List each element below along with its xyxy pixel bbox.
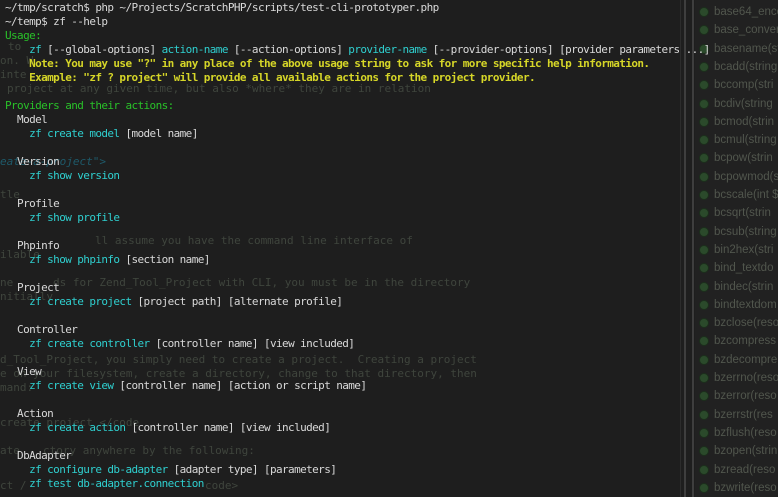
terminal-line: zf show phpinfo [section name] bbox=[5, 253, 778, 267]
terminal-line: DbAdapter bbox=[5, 449, 778, 463]
terminal-text-segment: provider-name bbox=[348, 43, 426, 56]
terminal-text-segment: Project bbox=[5, 281, 59, 294]
terminal-text-segment: [--global-options] bbox=[41, 43, 161, 56]
terminal-line: Controller bbox=[5, 323, 778, 337]
terminal-text-segment: zf configure db-adapter bbox=[5, 463, 168, 476]
terminal-line: zf show profile bbox=[5, 211, 778, 225]
terminal-line bbox=[5, 393, 778, 407]
terminal-text-segment: action-name bbox=[162, 43, 228, 56]
terminal-text-segment: [adapter type] [parameters] bbox=[168, 463, 337, 476]
terminal-line bbox=[5, 435, 778, 449]
terminal-text-segment: zf show profile bbox=[5, 211, 119, 224]
terminal-text-segment: [controller name] [action or script name… bbox=[113, 379, 366, 392]
terminal-text-segment: Phpinfo bbox=[5, 239, 59, 252]
terminal-line: Action bbox=[5, 407, 778, 421]
terminal-line bbox=[5, 267, 778, 281]
terminal-text-segment: [--action-options] bbox=[228, 43, 348, 56]
terminal-text-segment bbox=[5, 43, 29, 56]
terminal-line bbox=[5, 141, 778, 155]
terminal-text-segment: Providers and their actions: bbox=[5, 99, 174, 112]
terminal-text-segment: Profile bbox=[5, 197, 59, 210]
terminal-text-segment: [project path] [alternate profile] bbox=[131, 295, 342, 308]
terminal-line: zf test db-adapter.connection bbox=[5, 477, 778, 491]
terminal-line: ~/temp$ zf --help bbox=[5, 15, 778, 29]
terminal-line: zf show version bbox=[5, 169, 778, 183]
terminal-text-segment: Usage: bbox=[5, 29, 41, 42]
terminal-line: Phpinfo bbox=[5, 239, 778, 253]
terminal-text-segment: Model bbox=[5, 113, 47, 126]
terminal-text-segment: zf test db-adapter.connection bbox=[5, 477, 204, 490]
terminal-text-segment: zf create view bbox=[5, 379, 113, 392]
terminal-text-segment: [section name] bbox=[119, 253, 209, 266]
terminal-line: Profile bbox=[5, 197, 778, 211]
terminal-text-segment: zf show phpinfo bbox=[5, 253, 119, 266]
terminal-text-segment: Note: You may use "?" in any place of th… bbox=[5, 57, 649, 70]
terminal-text-segment: zf create project bbox=[5, 295, 131, 308]
terminal-line: Note: You may use "?" in any place of th… bbox=[5, 57, 778, 71]
terminal-line: Providers and their actions: bbox=[5, 99, 778, 113]
terminal-text-segment: zf create controller bbox=[5, 337, 150, 350]
terminal-line: zf create project [project path] [altern… bbox=[5, 295, 778, 309]
terminal-text-segment: zf bbox=[29, 43, 41, 56]
terminal-line bbox=[5, 351, 778, 365]
terminal-line: ~/tmp/scratch$ php ~/Projects/ScratchPHP… bbox=[5, 1, 778, 15]
terminal-text-segment: View bbox=[5, 365, 41, 378]
terminal-line bbox=[5, 309, 778, 323]
terminal-line bbox=[5, 183, 778, 197]
terminal-line bbox=[5, 225, 778, 239]
terminal-text-segment: [--provider-options] [provider parameter… bbox=[427, 43, 710, 56]
terminal-output[interactable]: ~/tmp/scratch$ php ~/Projects/ScratchPHP… bbox=[0, 1, 778, 497]
terminal-text-segment: zf create model bbox=[5, 127, 119, 140]
terminal-text-segment: [model name] bbox=[119, 127, 197, 140]
terminal-line: zf create controller [controller name] [… bbox=[5, 337, 778, 351]
terminal-text-segment: Action bbox=[5, 407, 53, 420]
terminal-line: zf create view [controller name] [action… bbox=[5, 379, 778, 393]
terminal-text-segment: zf create action bbox=[5, 421, 125, 434]
terminal-text-segment: Version bbox=[5, 155, 59, 168]
screen: toon. Winteproject at any given time, bu… bbox=[0, 0, 778, 497]
terminal-line: zf configure db-adapter [adapter type] [… bbox=[5, 463, 778, 477]
terminal-text-segment: ~/temp$ zf --help bbox=[5, 15, 107, 28]
terminal-text-segment: zf show version bbox=[5, 169, 119, 182]
terminal-text-segment: [controller name] [view included] bbox=[125, 421, 330, 434]
terminal-text-segment: [controller name] [view included] bbox=[150, 337, 355, 350]
terminal-line: zf [--global-options] action-name [--act… bbox=[5, 43, 778, 57]
terminal-line: Usage: bbox=[5, 29, 778, 43]
terminal-text-segment: ~/tmp/scratch$ php ~/Projects/ScratchPHP… bbox=[5, 1, 439, 14]
terminal-line: View bbox=[5, 365, 778, 379]
terminal-line: Version bbox=[5, 155, 778, 169]
terminal-line: Project bbox=[5, 281, 778, 295]
terminal-text-segment: Controller bbox=[5, 323, 77, 336]
terminal-line: Model bbox=[5, 113, 778, 127]
terminal-line: Example: "zf ? project" will provide all… bbox=[5, 71, 778, 85]
terminal-line: zf create action [controller name] [view… bbox=[5, 421, 778, 435]
terminal-text-segment: DbAdapter bbox=[5, 449, 71, 462]
terminal-text-segment: Example: "zf ? project" will provide all… bbox=[5, 71, 535, 84]
terminal-line: zf create model [model name] bbox=[5, 127, 778, 141]
terminal-line bbox=[5, 85, 778, 99]
